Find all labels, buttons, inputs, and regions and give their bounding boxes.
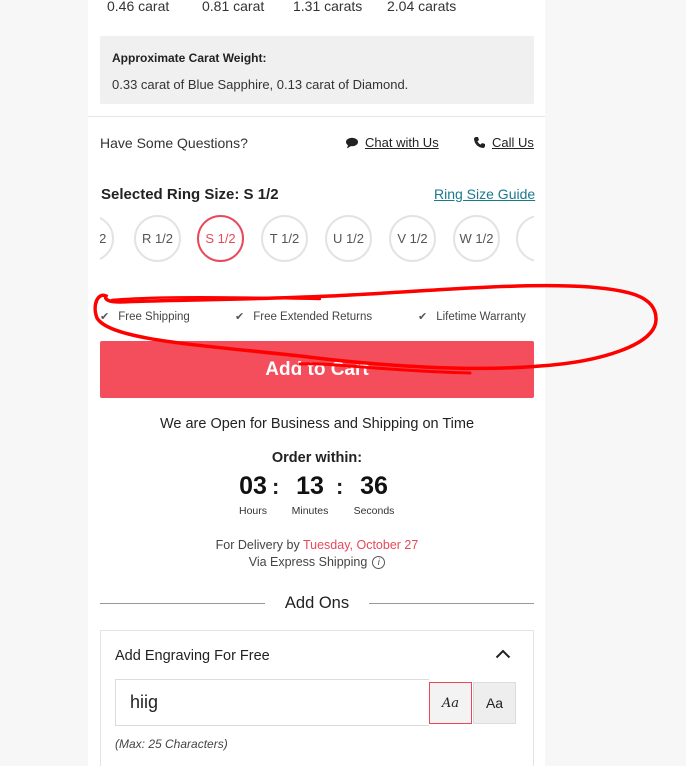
delivery-prefix: For Delivery by: [215, 538, 300, 552]
shipping-method-line: Via Express Shipping i: [100, 555, 534, 570]
info-icon[interactable]: i: [372, 556, 386, 570]
addons-title: Add Ons: [284, 594, 350, 612]
call-link-label: Call Us: [492, 135, 534, 150]
countdown-colon: :: [336, 474, 344, 499]
perk-label: Free Extended Returns: [253, 310, 373, 323]
script-font-button[interactable]: Aa: [429, 682, 472, 724]
chat-bubble-icon: [346, 137, 358, 148]
chat-link-label: Chat with Us: [365, 135, 439, 150]
section-divider: [88, 116, 545, 117]
ring-size-option[interactable]: W 1/2: [453, 215, 500, 262]
order-within-label: Order within:: [271, 450, 363, 466]
ring-size-option[interactable]: R 1/2: [134, 215, 181, 262]
delivery-date: Tuesday, October 27: [302, 538, 419, 552]
carat-option[interactable]: 2.04 carats: [387, 0, 456, 14]
ring-size-option-selected[interactable]: S 1/2: [197, 215, 244, 262]
approx-carat-box: Approximate Carat Weight: 0.33 carat of …: [100, 36, 534, 104]
perk-label: Lifetime Warranty: [436, 310, 526, 323]
hours-label: Hours: [238, 505, 267, 517]
ring-size-carousel: Q 1/2 R 1/2 S 1/2 T 1/2 U 1/2 V 1/2 W 1/…: [100, 214, 534, 264]
carat-option[interactable]: 0.81 carat: [202, 0, 264, 14]
approx-carat-value: 0.33 carat of Blue Sapphire, 0.13 carat …: [112, 77, 409, 92]
countdown-minutes: 13: [296, 472, 324, 500]
carat-option[interactable]: 0.46 carat: [107, 0, 169, 14]
engraving-max-note: (Max: 25 Characters): [115, 737, 228, 751]
chevron-up-icon[interactable]: [495, 643, 511, 664]
approx-carat-title: Approximate Carat Weight:: [112, 51, 267, 65]
open-notice: We are Open for Business and Shipping on…: [159, 416, 475, 432]
selected-ring-size: Selected Ring Size: S 1/2: [101, 186, 279, 203]
perk-free-shipping: ✔ Free Shipping: [100, 310, 190, 324]
perk-label: Free Shipping: [118, 310, 190, 323]
delivery-date-line: For Delivery by Tuesday, October 27: [100, 538, 534, 552]
ring-size-option[interactable]: U 1/2: [325, 215, 372, 262]
chat-link[interactable]: Chat with Us: [345, 135, 439, 150]
engraving-input[interactable]: [115, 679, 429, 726]
countdown-seconds: 36: [360, 472, 388, 500]
engraving-title: Add Engraving For Free: [115, 648, 270, 664]
check-icon: ✔: [235, 311, 245, 323]
plain-font-button[interactable]: Aa: [473, 682, 516, 724]
countdown-colon: :: [272, 474, 280, 499]
add-to-cart-button[interactable]: Add to Cart: [100, 341, 534, 398]
call-link[interactable]: Call Us: [473, 135, 534, 150]
ring-size-option[interactable]: X: [516, 215, 534, 262]
perk-lifetime-warranty: ✔ Lifetime Warranty: [418, 310, 526, 324]
perk-free-returns: ✔ Free Extended Returns: [235, 310, 373, 324]
ring-size-option[interactable]: Q 1/2: [100, 215, 114, 262]
minutes-label: Minutes: [291, 505, 329, 517]
ring-size-option[interactable]: T 1/2: [261, 215, 308, 262]
check-icon: ✔: [418, 311, 428, 323]
ring-size-option[interactable]: V 1/2: [389, 215, 436, 262]
seconds-label: Seconds: [353, 505, 395, 517]
check-icon: ✔: [100, 311, 110, 323]
phone-icon: [474, 137, 485, 148]
questions-label: Have Some Questions?: [100, 135, 248, 151]
engraving-panel: Add Engraving For Free Aa Aa (Max: 25 Ch…: [100, 630, 534, 766]
countdown-hours: 03: [239, 472, 267, 500]
shipping-method: Via Express Shipping: [248, 555, 368, 569]
ring-size-guide-link[interactable]: Ring Size Guide: [434, 186, 535, 202]
carat-option[interactable]: 1.31 carats: [293, 0, 362, 14]
